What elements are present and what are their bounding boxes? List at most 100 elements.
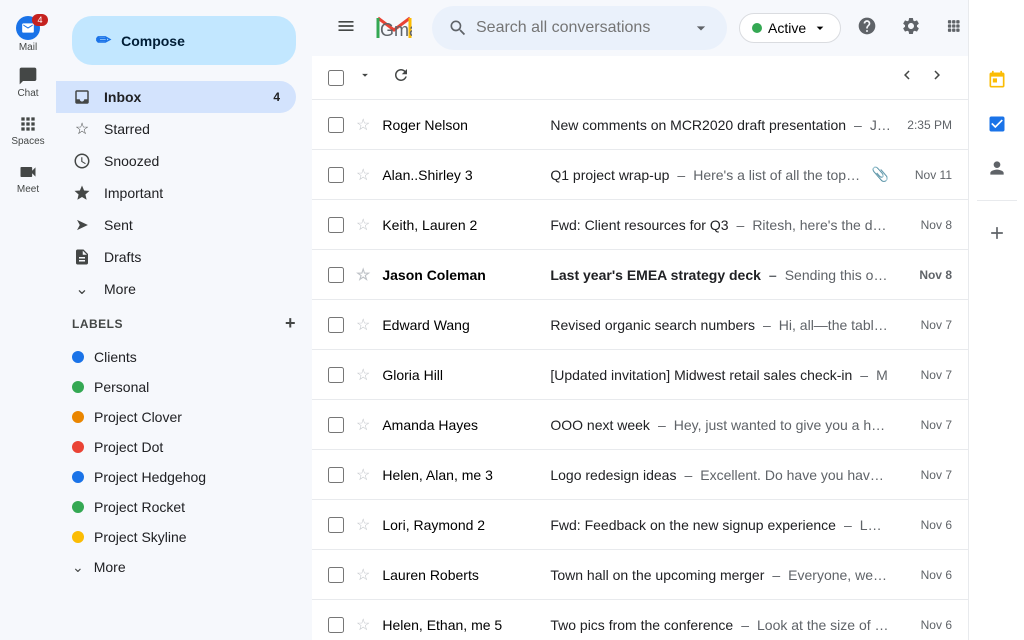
- prev-page-button[interactable]: [892, 60, 922, 95]
- sender-name: Gloria Hill: [382, 367, 542, 383]
- table-row[interactable]: ☆ Helen, Alan, me 3 Logo redesign ideas …: [312, 450, 968, 500]
- email-subject: Fwd: Feedback on the new signup experien…: [550, 517, 836, 533]
- important-icon: [72, 184, 92, 202]
- snoozed-label: Snoozed: [104, 153, 280, 169]
- email-date: Nov 6: [897, 618, 952, 632]
- star-button[interactable]: ☆: [356, 465, 370, 485]
- table-row[interactable]: ☆ Gloria Hill [Updated invitation] Midwe…: [312, 350, 968, 400]
- star-button[interactable]: ☆: [356, 615, 370, 635]
- sidebar-icon-spaces[interactable]: Spaces: [0, 106, 56, 154]
- mail-badge: 4: [32, 14, 48, 26]
- table-row[interactable]: ☆ Alan..Shirley 3 Q1 project wrap-up – H…: [312, 150, 968, 200]
- sender-name: Roger Nelson: [382, 117, 542, 133]
- next-page-button[interactable]: [922, 60, 952, 95]
- right-panel-add[interactable]: [977, 213, 1017, 253]
- star-button[interactable]: ☆: [356, 115, 370, 135]
- email-preview: Look at the size of this crowd! We're on…: [757, 617, 889, 633]
- row-checkbox[interactable]: [328, 467, 344, 483]
- row-checkbox[interactable]: [328, 217, 344, 233]
- label-clients[interactable]: Clients: [56, 342, 296, 372]
- star-button[interactable]: ☆: [356, 315, 370, 335]
- row-checkbox[interactable]: [328, 567, 344, 583]
- active-dot: [752, 23, 762, 33]
- star-button[interactable]: ☆: [356, 165, 370, 185]
- add-label-button[interactable]: +: [285, 313, 296, 334]
- sidebar-item-important[interactable]: Important: [56, 177, 296, 209]
- label-personal[interactable]: Personal: [56, 372, 296, 402]
- label-project-dot[interactable]: Project Dot: [56, 432, 296, 462]
- sent-icon: ➤: [72, 215, 92, 235]
- sidebar-item-more[interactable]: ⌄ More: [56, 273, 296, 305]
- row-checkbox[interactable]: [328, 417, 344, 433]
- inbox-label: Inbox: [104, 89, 261, 105]
- star-button[interactable]: ☆: [356, 365, 370, 385]
- search-bar[interactable]: [432, 6, 727, 50]
- star-button[interactable]: ☆: [356, 215, 370, 235]
- compose-icon: ✏: [96, 30, 111, 51]
- sidebar-item-snoozed[interactable]: Snoozed: [56, 145, 296, 177]
- table-row[interactable]: ☆ Jason Coleman Last year's EMEA strateg…: [312, 250, 968, 300]
- right-panel: [968, 0, 1024, 640]
- apps-button[interactable]: [937, 8, 968, 49]
- select-dropdown-button[interactable]: [352, 62, 378, 93]
- sidebar-item-sent[interactable]: ➤ Sent: [56, 209, 296, 241]
- right-panel-contacts[interactable]: [977, 148, 1017, 188]
- email-date: Nov 7: [897, 468, 952, 482]
- refresh-button[interactable]: [386, 60, 416, 95]
- search-input[interactable]: [476, 19, 683, 37]
- email-date: Nov 7: [897, 368, 952, 382]
- sidebar-icon-mail[interactable]: 4 Mail: [0, 10, 56, 58]
- label-more[interactable]: ⌄ More: [56, 552, 296, 582]
- star-button[interactable]: ☆: [356, 265, 370, 285]
- email-content: Last year's EMEA strategy deck – Sending…: [550, 267, 889, 283]
- compose-button[interactable]: ✏ Compose: [72, 16, 296, 65]
- star-button[interactable]: ☆: [356, 565, 370, 585]
- table-row[interactable]: ☆ Edward Wang Revised organic search num…: [312, 300, 968, 350]
- label-project-hedgehog[interactable]: Project Hedgehog: [56, 462, 296, 492]
- row-checkbox[interactable]: [328, 167, 344, 183]
- label-project-rocket[interactable]: Project Rocket: [56, 492, 296, 522]
- email-subject: Two pics from the conference: [550, 617, 733, 633]
- label-project-clover[interactable]: Project Clover: [56, 402, 296, 432]
- email-meta: Nov 7: [897, 468, 952, 482]
- row-checkbox[interactable]: [328, 267, 344, 283]
- email-preview: Hey, just wanted to give you a heads-up …: [674, 417, 889, 433]
- search-dropdown-icon[interactable]: [691, 18, 711, 38]
- active-status-button[interactable]: Active: [739, 13, 841, 43]
- top-bar: Gmail Active G o: [312, 0, 968, 56]
- select-all-checkbox[interactable]: [328, 70, 344, 86]
- project-dot-label: Project Dot: [94, 439, 163, 455]
- sidebar-item-drafts[interactable]: Drafts: [56, 241, 296, 273]
- email-meta: Nov 7: [897, 368, 952, 382]
- menu-button[interactable]: [328, 8, 364, 49]
- right-panel-calendar[interactable]: [977, 60, 1017, 100]
- settings-button[interactable]: [893, 8, 929, 49]
- table-row[interactable]: ☆ Helen, Ethan, me 5 Two pics from the c…: [312, 600, 968, 640]
- star-button[interactable]: ☆: [356, 415, 370, 435]
- help-button[interactable]: [849, 8, 885, 49]
- table-row[interactable]: ☆ Amanda Hayes OOO next week – Hey, just…: [312, 400, 968, 450]
- row-checkbox[interactable]: [328, 317, 344, 333]
- important-label: Important: [104, 185, 280, 201]
- star-button[interactable]: ☆: [356, 515, 370, 535]
- table-row[interactable]: ☆ Lori, Raymond 2 Fwd: Feedback on the n…: [312, 500, 968, 550]
- right-panel-tasks[interactable]: [977, 104, 1017, 144]
- help-icon: [857, 16, 877, 36]
- sidebar-item-inbox[interactable]: Inbox 4: [56, 81, 296, 113]
- table-row[interactable]: ☆ Roger Nelson New comments on MCR2020 d…: [312, 100, 968, 150]
- sidebar-item-starred[interactable]: ☆ Starred: [56, 113, 296, 145]
- email-meta: Nov 6: [897, 568, 952, 582]
- sidebar-icon-meet[interactable]: Meet: [0, 154, 56, 202]
- table-row[interactable]: ☆ Lauren Roberts Town hall on the upcomi…: [312, 550, 968, 600]
- project-rocket-label: Project Rocket: [94, 499, 185, 515]
- label-project-skyline[interactable]: Project Skyline: [56, 522, 296, 552]
- email-content: Logo redesign ideas – Excellent. Do have…: [550, 467, 889, 483]
- row-checkbox[interactable]: [328, 367, 344, 383]
- row-checkbox[interactable]: [328, 517, 344, 533]
- sidebar-icon-chat[interactable]: Chat: [0, 58, 56, 106]
- row-checkbox[interactable]: [328, 617, 344, 633]
- sender-name: Jason Coleman: [382, 267, 542, 283]
- table-row[interactable]: ☆ Keith, Lauren 2 Fwd: Client resources …: [312, 200, 968, 250]
- email-subject: [Updated invitation] Midwest retail sale…: [550, 367, 852, 383]
- row-checkbox[interactable]: [328, 117, 344, 133]
